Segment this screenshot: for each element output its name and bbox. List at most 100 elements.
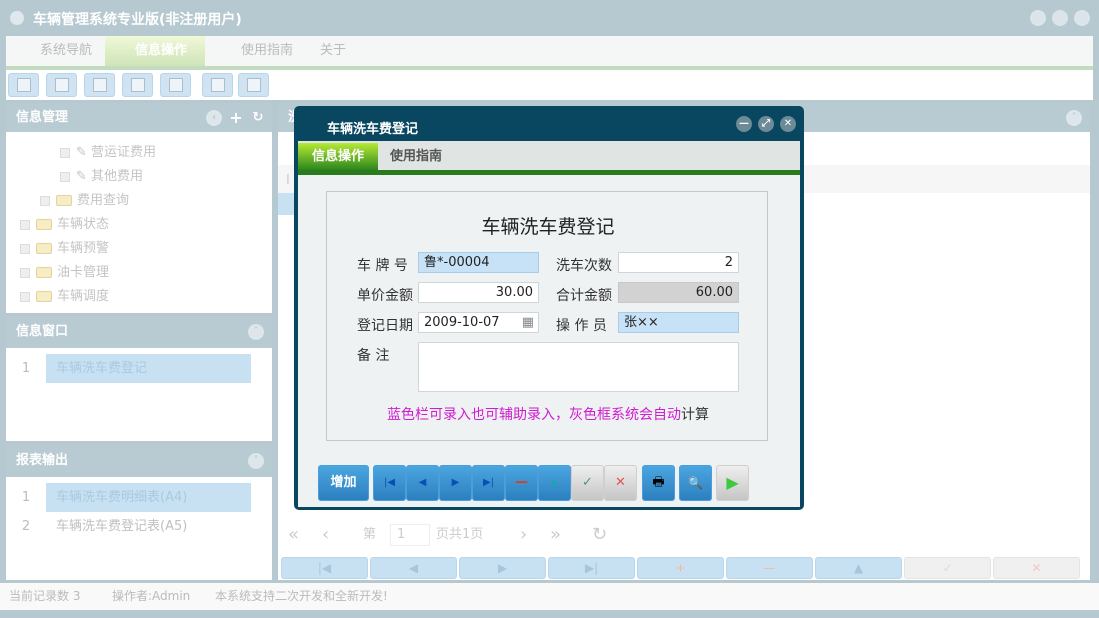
wash-fee-dialog: 车辆洗车费登记 — ⤢ ✕ 信息操作 使用指南 车辆洗车费登记 车 牌 号 鲁*…	[294, 106, 804, 510]
operator-label: 操 作 员	[556, 318, 607, 334]
print-button[interactable]: 🖶	[642, 465, 675, 501]
tree-item[interactable]: 费用查询	[40, 191, 129, 211]
tree-item[interactable]: ✎ 其他费用	[60, 167, 143, 187]
list-item[interactable]: 1 车辆洗车费明细表(A4)	[6, 483, 272, 512]
collapse-icon[interactable]: ˄	[1066, 110, 1082, 126]
first-record-button[interactable]: |◀	[373, 465, 406, 501]
add-button[interactable]: 增加	[318, 465, 369, 501]
menu-bar: 系统导航 信息操作 使用指南 关于	[6, 36, 1093, 66]
user-tool-button[interactable]	[122, 73, 153, 97]
bottom-button-bar: |◀ ◀ ▶ ▶| + — ▲ ✓ ✕	[281, 557, 1087, 579]
collapse-icon[interactable]: ˄	[248, 453, 264, 469]
last-record-button[interactable]: ▶|	[472, 465, 505, 501]
panel-header: 信息窗口 ˄	[6, 316, 272, 348]
print-tool-button[interactable]	[238, 73, 269, 97]
maximize-icon[interactable]: ⤢	[758, 116, 774, 132]
status-bar: 当前记录数 3 操作者:Admin 本系统支持二次开发和全新开发!	[0, 583, 1099, 610]
prev-record-button[interactable]: ◀	[406, 465, 439, 501]
tree-item[interactable]: 车辆调度	[20, 287, 109, 307]
restore-icon[interactable]	[1052, 10, 1068, 26]
operator-status: 操作者:Admin	[112, 589, 191, 603]
panel-title: 报表输出	[16, 453, 69, 468]
document-tool-button[interactable]	[84, 73, 115, 97]
hint-text: 蓝色栏可录入也可辅助录入，灰色框系统会自动计算	[387, 407, 709, 423]
info-mgmt-panel: 信息管理 ‹ + ↻ ✎ 营运证费用 ✎ 其他费用 费用查询 车辆状态 车辆预警…	[6, 103, 272, 313]
date-label: 登记日期	[357, 318, 413, 334]
panel-title: 信息管理	[16, 110, 69, 125]
date-input[interactable]: 2009-10-07 ▦	[418, 312, 539, 333]
preview-button[interactable]: 🔍	[679, 465, 712, 501]
confirm-button[interactable]: ✓	[904, 557, 991, 579]
tree-item[interactable]: 车辆预警	[20, 239, 109, 259]
save-button[interactable]: ✓	[571, 465, 604, 501]
search-tool-button[interactable]	[8, 73, 39, 97]
list-item[interactable]: 2 车辆洗车费登记表(A5)	[6, 512, 272, 541]
plate-input[interactable]: 鲁*-00004	[418, 252, 539, 273]
dialog-body: 信息操作 使用指南 车辆洗车费登记 车 牌 号 鲁*-00004 洗车次数 2 …	[298, 141, 800, 507]
form-fieldset: 车辆洗车费登记 车 牌 号 鲁*-00004 洗车次数 2 单价金额 30.00…	[326, 191, 768, 441]
app-logo-icon	[10, 11, 24, 25]
dialog-title: 车辆洗车费登记	[327, 122, 419, 137]
dialog-tabs: 信息操作 使用指南	[298, 141, 800, 170]
up-button[interactable]: ▲	[815, 557, 902, 579]
operator-input[interactable]: 张××	[618, 312, 739, 333]
cancel-button[interactable]: ✕	[993, 557, 1080, 579]
tab-guide[interactable]: 使用指南	[376, 143, 456, 170]
remark-label: 备 注	[357, 348, 390, 364]
tree-item[interactable]: 油卡管理	[20, 263, 109, 283]
collapse-left-icon[interactable]: ‹	[206, 110, 222, 126]
tree-item[interactable]: ✎ 营运证费用	[60, 143, 156, 163]
run-button[interactable]: ▶	[716, 465, 749, 501]
wash-count-input[interactable]: 2	[618, 252, 739, 273]
first-button[interactable]: |◀	[281, 557, 368, 579]
calendar-icon[interactable]: ▦	[522, 313, 534, 332]
pager: « ‹ 第 1 页共1页 › » ↻	[278, 518, 1090, 551]
tree-item[interactable]: 车辆状态	[20, 215, 109, 235]
reload-icon[interactable]: ↻	[592, 518, 607, 551]
next-page-icon[interactable]: ›	[520, 518, 527, 551]
edit-button[interactable]: ▲	[538, 465, 571, 501]
last-page-icon[interactable]: »	[550, 518, 561, 551]
unit-price-label: 单价金额	[357, 288, 413, 304]
tab-info-ops[interactable]: 信息操作	[298, 143, 379, 170]
wash-count-label: 洗车次数	[556, 258, 612, 274]
unit-price-input[interactable]: 30.00	[418, 282, 539, 303]
delete-button[interactable]: —	[726, 557, 813, 579]
last-button[interactable]: ▶|	[548, 557, 635, 579]
page-label: 第	[363, 527, 377, 542]
export-tool-button[interactable]	[202, 73, 233, 97]
cancel-button[interactable]: ✕	[604, 465, 637, 501]
panel-title: 信息窗口	[16, 324, 69, 339]
delete-button[interactable]: —	[505, 465, 538, 501]
menu-info-ops[interactable]: 信息操作	[105, 36, 205, 66]
prev-button[interactable]: ◀	[370, 557, 457, 579]
add-icon[interactable]: +	[228, 110, 244, 126]
column-header: I	[286, 173, 290, 188]
reports-panel: 报表输出 ˄ 1 车辆洗车费明细表(A4) 2 车辆洗车费登记表(A5)	[6, 445, 272, 580]
tab-divider	[298, 170, 800, 175]
plate-label: 车 牌 号	[357, 258, 408, 274]
close-icon[interactable]: ✕	[780, 116, 796, 132]
add-button[interactable]: +	[637, 557, 724, 579]
close-icon[interactable]	[1074, 10, 1090, 26]
info-window-panel: 信息窗口 ˄ 1 车辆洗车费登记	[6, 316, 272, 441]
list-tool-button[interactable]	[46, 73, 77, 97]
total-input: 60.00	[618, 282, 739, 303]
menu-system-nav[interactable]: 系统导航	[10, 36, 105, 66]
panel-header: 信息管理 ‹ + ↻	[6, 103, 272, 132]
list-item[interactable]: 1 车辆洗车费登记	[6, 354, 272, 383]
window-title: 车辆管理系统专业版(非注册用户)	[33, 12, 242, 28]
panel-header: 报表输出 ˄	[6, 445, 272, 477]
next-record-button[interactable]: ▶	[439, 465, 472, 501]
window-tool-button[interactable]	[160, 73, 191, 97]
menu-about[interactable]: 关于	[290, 36, 350, 66]
prev-page-icon[interactable]: ‹	[322, 518, 329, 551]
remark-textarea[interactable]	[418, 342, 739, 392]
page-input[interactable]: 1	[390, 524, 430, 546]
first-page-icon[interactable]: «	[288, 518, 299, 551]
next-button[interactable]: ▶	[459, 557, 546, 579]
minimize-icon[interactable]	[1030, 10, 1046, 26]
refresh-icon[interactable]: ↻	[250, 110, 266, 126]
minimize-icon[interactable]: —	[736, 116, 752, 132]
collapse-icon[interactable]: ˄	[248, 324, 264, 340]
